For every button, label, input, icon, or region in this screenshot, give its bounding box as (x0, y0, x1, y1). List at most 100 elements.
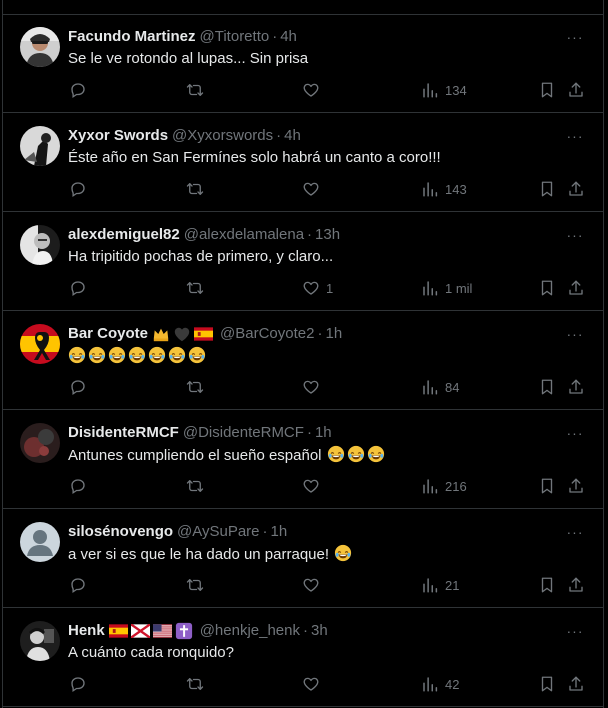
share-button[interactable] (567, 278, 585, 298)
views-button[interactable]: 1 mil (421, 278, 472, 298)
tweet-reply[interactable]: Facundo Martinez @Titoretto · 4h ··· Se … (3, 15, 603, 113)
retweet-button[interactable] (186, 476, 210, 496)
reply-button[interactable] (69, 80, 93, 100)
column-border-right (603, 0, 604, 708)
reply-button[interactable] (69, 476, 93, 496)
tweet-text: A cuánto cada ronquido? (68, 643, 583, 663)
retweet-button[interactable] (186, 80, 210, 100)
view-count: 21 (445, 577, 460, 593)
more-options-icon[interactable]: ··· (565, 225, 585, 245)
timestamp[interactable]: 1h (315, 423, 332, 443)
views-button[interactable]: 84 (421, 377, 459, 397)
bookmark-button[interactable] (538, 575, 556, 595)
like-button[interactable] (302, 179, 326, 199)
like-button[interactable] (302, 575, 326, 595)
share-button[interactable] (567, 179, 585, 199)
views-button[interactable]: 134 (421, 80, 467, 100)
timestamp[interactable]: 4h (280, 27, 297, 47)
views-icon (421, 378, 439, 396)
tweet-text-content: a ver si es que le ha dado un parraque! (68, 546, 330, 563)
tweet-reply[interactable]: Bar Coyote @BarCoyote2 · 1h ··· 84 (3, 312, 603, 410)
timestamp[interactable]: 1h (271, 522, 288, 542)
user-handle[interactable]: @BarCoyote2 (220, 324, 314, 344)
bookmark-icon (538, 576, 556, 594)
like-button[interactable] (302, 476, 326, 496)
tweet-reply[interactable]: Xyxor Swords @Xyxorswords · 4h ··· Éste … (3, 114, 603, 212)
share-button[interactable] (567, 377, 585, 397)
retweet-button[interactable] (186, 575, 210, 595)
reply-button[interactable] (69, 674, 93, 694)
spain-flag-emoji (108, 624, 128, 638)
reply-feed: Facundo Martinez @Titoretto · 4h ··· Se … (0, 0, 608, 708)
display-name[interactable]: Bar Coyote (68, 324, 148, 344)
bookmark-button[interactable] (538, 179, 556, 199)
bookmark-button[interactable] (538, 80, 556, 100)
more-options-icon[interactable]: ··· (565, 324, 585, 344)
view-count: 134 (445, 82, 467, 98)
avatar[interactable] (20, 621, 60, 661)
separator-dot: · (303, 622, 308, 639)
more-options-icon[interactable]: ··· (565, 126, 585, 146)
reply-button[interactable] (69, 575, 93, 595)
views-button[interactable]: 42 (421, 674, 459, 694)
timestamp[interactable]: 4h (284, 126, 301, 146)
retweet-button[interactable] (186, 377, 210, 397)
avatar[interactable] (20, 522, 60, 562)
views-button[interactable]: 143 (421, 179, 467, 199)
share-button[interactable] (567, 575, 585, 595)
display-name[interactable]: Facundo Martinez (68, 27, 196, 47)
tweet-reply[interactable]: Henk @henkje_henk · 3h ··· A cuánto cada… (3, 609, 603, 707)
retweet-button[interactable] (186, 179, 210, 199)
user-handle[interactable]: @AySuPare (177, 522, 260, 542)
tweet-reply[interactable]: alexdemiguel82 @alexdelamalena · 13h ···… (3, 213, 603, 311)
bookmark-icon (538, 477, 556, 495)
avatar[interactable] (20, 225, 60, 265)
user-handle[interactable]: @Titoretto (200, 27, 270, 47)
avatar[interactable] (20, 324, 60, 364)
retweet-button[interactable] (186, 278, 210, 298)
user-handle[interactable]: @Xyxorswords (172, 126, 273, 146)
timestamp[interactable]: 13h (315, 225, 340, 245)
display-name[interactable]: Xyxor Swords (68, 126, 168, 146)
tweet-reply[interactable]: DisidenteRMCF @DisidenteRMCF · 1h ··· An… (3, 411, 603, 509)
reply-button[interactable] (69, 377, 93, 397)
more-options-icon[interactable]: ··· (565, 423, 585, 443)
avatar[interactable] (20, 423, 60, 463)
display-name[interactable]: silosénovengo (68, 522, 173, 542)
separator-dot: · (317, 325, 323, 342)
user-handle[interactable]: @DisidenteRMCF (183, 423, 304, 443)
reply-button[interactable] (69, 179, 93, 199)
share-button[interactable] (567, 674, 585, 694)
views-button[interactable]: 216 (421, 476, 467, 496)
bookmark-button[interactable] (538, 377, 556, 397)
share-button[interactable] (567, 80, 585, 100)
avatar[interactable] (20, 27, 60, 67)
share-button[interactable] (567, 476, 585, 496)
like-button[interactable]: 1 (302, 278, 333, 298)
tweet-reply[interactable]: silosénovengo @AySuPare · 1h ··· a ver s… (3, 510, 603, 608)
display-name[interactable]: alexdemiguel82 (68, 225, 180, 245)
display-name[interactable]: Henk (68, 621, 105, 641)
like-button[interactable] (302, 80, 326, 100)
retweet-button[interactable] (186, 674, 210, 694)
like-button[interactable] (302, 377, 326, 397)
more-options-icon[interactable]: ··· (565, 27, 585, 47)
timestamp[interactable]: 1h (325, 324, 342, 344)
user-handle[interactable]: @henkje_henk (200, 621, 300, 641)
reply-button[interactable] (69, 278, 93, 298)
separator-dot: · (272, 28, 278, 45)
bookmark-button[interactable] (538, 278, 556, 298)
like-button[interactable] (302, 674, 326, 694)
bookmark-button[interactable] (538, 674, 556, 694)
tweet-actions: 42 (3, 674, 603, 694)
like-icon (302, 180, 320, 198)
more-options-icon[interactable]: ··· (565, 621, 585, 641)
more-options-icon[interactable]: ··· (565, 522, 585, 542)
avatar[interactable] (20, 126, 60, 166)
views-icon (421, 675, 439, 693)
bookmark-button[interactable] (538, 476, 556, 496)
user-handle[interactable]: @alexdelamalena (184, 225, 304, 245)
timestamp[interactable]: 3h (311, 621, 328, 641)
views-button[interactable]: 21 (421, 575, 459, 595)
display-name[interactable]: DisidenteRMCF (68, 423, 179, 443)
